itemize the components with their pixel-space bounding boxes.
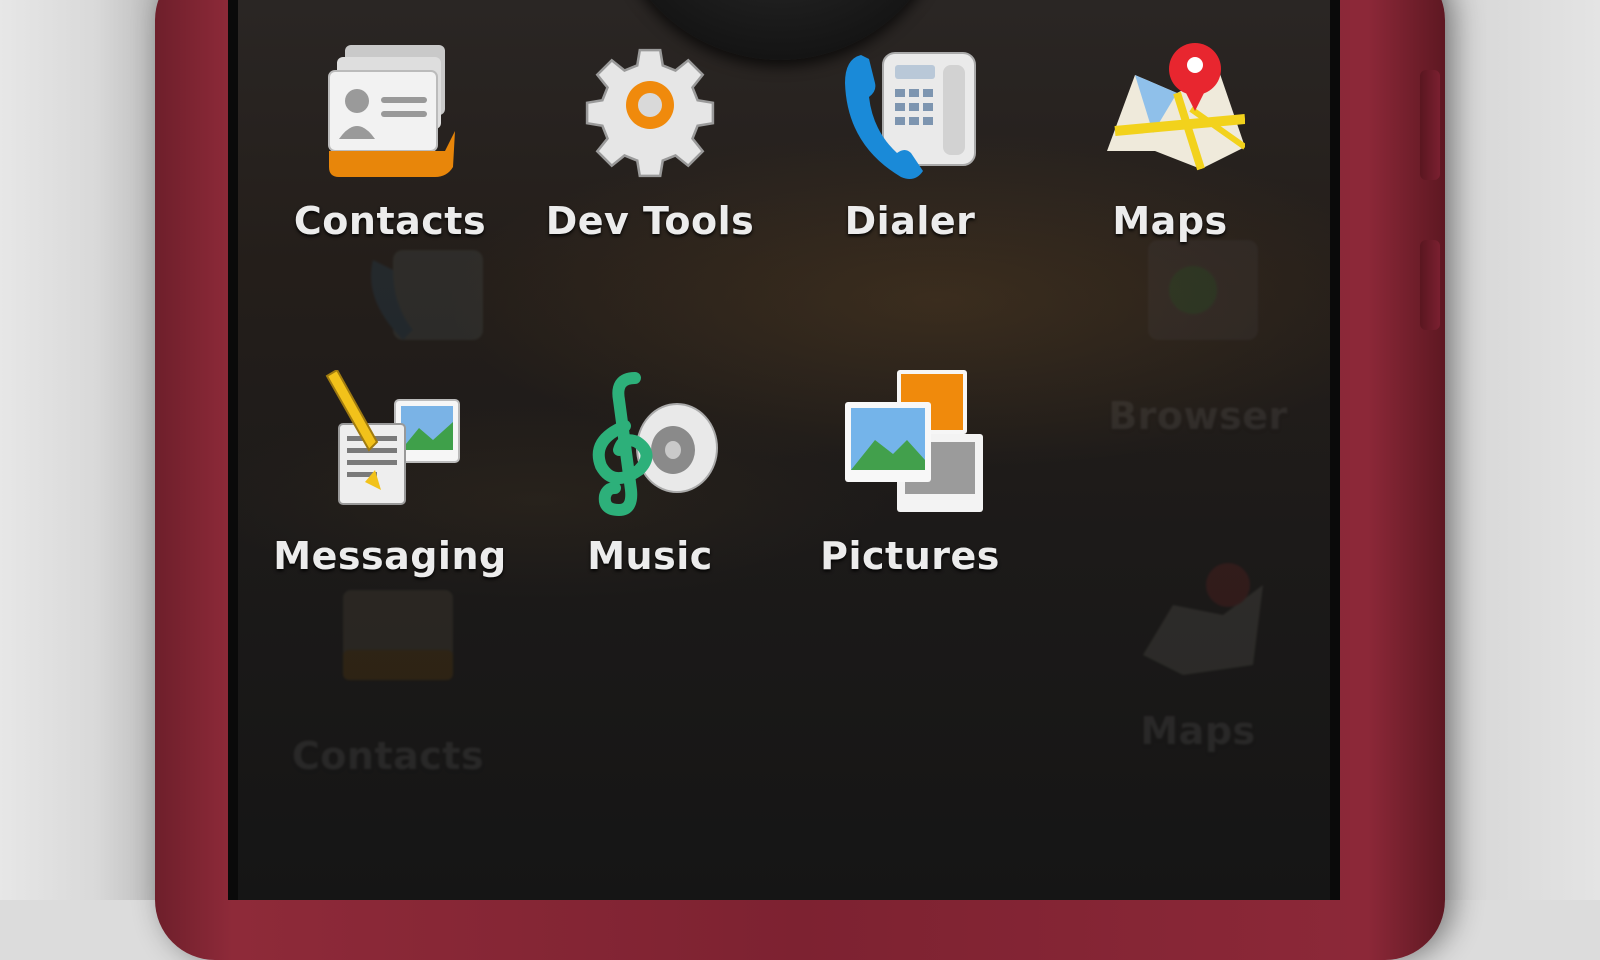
app-label-pictures: Pictures bbox=[820, 534, 1000, 578]
phone-icon bbox=[353, 230, 503, 380]
side-key-button[interactable] bbox=[1420, 240, 1440, 330]
pictures-icon bbox=[835, 370, 985, 520]
contacts-icon bbox=[313, 570, 463, 720]
ghost-app-browser: Browser bbox=[1078, 230, 1318, 438]
phone-screen: Browser Contacts Maps Contacts Dev Tools… bbox=[228, 0, 1340, 900]
app-contacts[interactable]: Contacts bbox=[270, 35, 510, 243]
ghost-label-contacts: Contacts bbox=[291, 734, 485, 778]
phone-icon bbox=[835, 35, 985, 185]
app-label-music: Music bbox=[587, 534, 713, 578]
ghost-app-dialer bbox=[308, 230, 548, 380]
ghost-app-contacts: Contacts bbox=[268, 570, 508, 778]
map-icon bbox=[1123, 545, 1273, 695]
gear-icon bbox=[575, 35, 725, 185]
messaging-icon bbox=[315, 370, 465, 520]
background-left bbox=[0, 0, 160, 900]
app-label-maps: Maps bbox=[1112, 199, 1228, 243]
app-label-messaging: Messaging bbox=[273, 534, 507, 578]
app-messaging[interactable]: Messaging bbox=[270, 370, 510, 578]
ghost-label-browser: Browser bbox=[1108, 394, 1288, 438]
app-dev-tools[interactable]: Dev Tools bbox=[530, 35, 770, 243]
app-music[interactable]: Music bbox=[530, 370, 770, 578]
globe-icon bbox=[1123, 230, 1273, 380]
app-dialer[interactable]: Dialer bbox=[790, 35, 1030, 243]
app-label-contacts: Contacts bbox=[293, 199, 487, 243]
app-pictures[interactable]: Pictures bbox=[790, 370, 1030, 578]
ghost-app-maps: Maps bbox=[1078, 545, 1318, 753]
ghost-label-maps: Maps bbox=[1140, 709, 1256, 753]
map-icon bbox=[1095, 35, 1245, 185]
app-maps[interactable]: Maps bbox=[1050, 35, 1290, 243]
music-icon bbox=[575, 370, 725, 520]
volume-button[interactable] bbox=[1420, 70, 1440, 180]
app-label-dev-tools: Dev Tools bbox=[545, 199, 755, 243]
app-label-dialer: Dialer bbox=[844, 199, 976, 243]
contacts-icon bbox=[315, 35, 465, 185]
